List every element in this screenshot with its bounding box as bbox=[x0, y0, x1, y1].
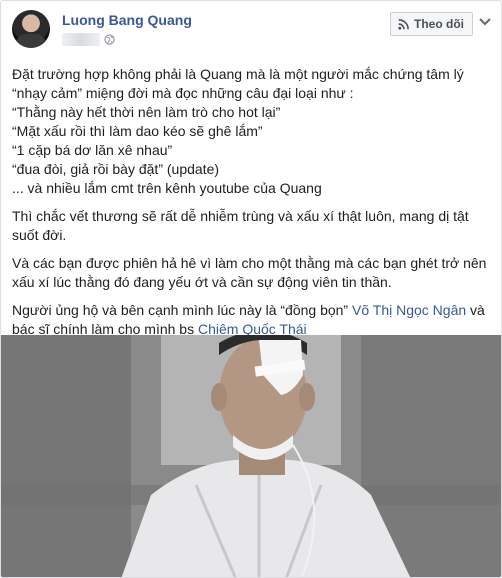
author-name[interactable]: Luong Bang Quang bbox=[62, 12, 192, 28]
text-line: xấu xí lúc thằng đó đang yếu ớt và cần s… bbox=[12, 274, 392, 290]
text-line: “Mặt xấu rồi thì làm dao kéo sẽ ghê lắm” bbox=[12, 123, 263, 139]
text-line: “Thằng này hết thời nên làm trò cho hot … bbox=[12, 104, 281, 120]
text-line: “1 cặp bá dơ lăn xê nhau” bbox=[12, 142, 173, 158]
text-line: ... và nhiều lắm cmt trên kênh youtube c… bbox=[12, 180, 322, 196]
text-line: suốt đời. bbox=[12, 227, 67, 243]
post-text: Đặt trường hợp không phải là Quang mà là… bbox=[12, 65, 488, 348]
post-paragraph: Đặt trường hợp không phải là Quang mà là… bbox=[12, 65, 488, 198]
text-line: Người ủng hộ và bên cạnh mình lúc này là… bbox=[12, 301, 488, 320]
post-paragraph: Thì chắc vết thương sẽ rất dễ nhiễm trùn… bbox=[12, 207, 488, 245]
mention-text: Người ủng hộ và bên cạnh mình lúc này là… bbox=[12, 302, 352, 318]
post-meta bbox=[62, 33, 115, 46]
post-header: Luong Bang Quang Theo dõi bbox=[1, 1, 501, 57]
text-line: “đua đòi, giả rồi bày đặt” (update) bbox=[12, 161, 220, 177]
text-line: Và các bạn được phiên hả hê vì làm cho m… bbox=[12, 255, 487, 271]
text-line: “nhạy cảm” miệng đời mà đọc những câu đạ… bbox=[12, 85, 354, 101]
mention-text: và bbox=[466, 302, 485, 318]
post-paragraph: Và các bạn được phiên hả hê vì làm cho m… bbox=[12, 254, 488, 292]
post-photo[interactable] bbox=[1, 335, 501, 577]
rss-icon bbox=[398, 18, 409, 30]
globe-icon bbox=[104, 34, 115, 45]
post-options-button[interactable] bbox=[477, 14, 493, 30]
follow-label: Theo dõi bbox=[414, 17, 464, 31]
mention-paragraph: Người ủng hộ và bên cạnh mình lúc này là… bbox=[12, 301, 488, 339]
text-line: Thì chắc vết thương sẽ rất dễ nhiễm trùn… bbox=[12, 208, 469, 224]
chevron-down-icon bbox=[479, 18, 491, 26]
follow-button[interactable]: Theo dõi bbox=[390, 12, 473, 36]
photo-illustration bbox=[1, 335, 501, 577]
facebook-post: Luong Bang Quang Theo dõi Đặt trường hợp… bbox=[0, 0, 502, 578]
timestamp-redacted[interactable] bbox=[62, 33, 100, 46]
avatar[interactable] bbox=[12, 10, 50, 48]
tag-link-vo-thi-ngoc-ngan[interactable]: Võ Thị Ngọc Ngân bbox=[352, 302, 466, 318]
text-line: Đặt trường hợp không phải là Quang mà là… bbox=[12, 66, 464, 82]
